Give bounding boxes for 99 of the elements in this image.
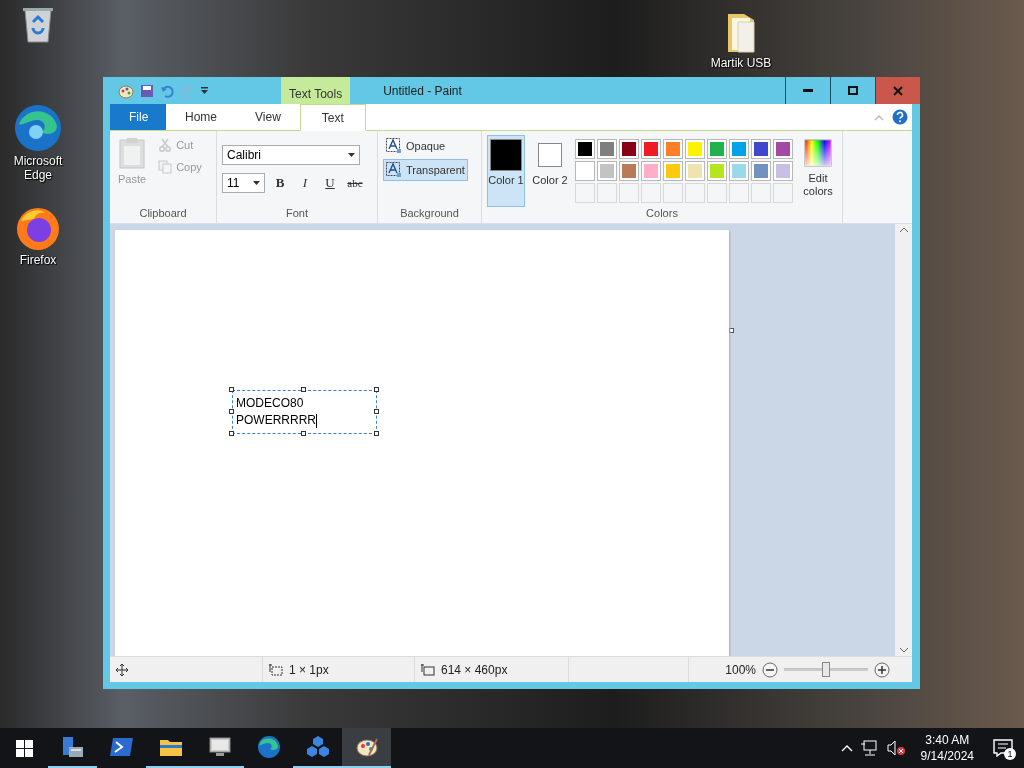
zoom-level-text: 100% — [725, 662, 756, 677]
maximize-icon — [848, 85, 858, 96]
canvas-text: MODECO80 — [236, 395, 305, 412]
firefox-icon[interactable] — [15, 205, 61, 251]
canvas-page[interactable]: MODECO80 POWERRRRR — [115, 230, 729, 656]
palette-swatch[interactable] — [729, 161, 749, 181]
group-label: Clipboard — [138, 207, 188, 221]
dropdown-arrow-icon — [348, 153, 355, 157]
clipboard-icon — [119, 137, 146, 169]
resize-handle[interactable] — [374, 387, 379, 392]
palette-swatch[interactable] — [751, 161, 771, 181]
palette-swatch[interactable] — [575, 161, 595, 181]
taskbar-app-button[interactable] — [342, 728, 391, 768]
rainbow-icon — [804, 139, 832, 167]
color-slot-button[interactable]: Color 2 — [531, 135, 569, 207]
palette-swatch[interactable] — [729, 139, 749, 159]
canvas-text: POWERRRRR — [236, 412, 318, 429]
monitor-icon — [207, 735, 232, 759]
dropdown-arrow-icon — [253, 181, 260, 185]
font-size-dropdown[interactable]: 11 — [222, 173, 265, 193]
font-family-dropdown[interactable]: Calibri — [222, 145, 360, 165]
edge-icon — [256, 735, 281, 759]
palette-swatch[interactable] — [641, 139, 661, 159]
close-icon — [893, 85, 903, 96]
window-title: Untitled - Paint — [383, 83, 463, 98]
palette-swatch[interactable] — [685, 161, 705, 181]
resize-handle[interactable] — [301, 431, 306, 436]
image-size-icon — [421, 663, 435, 676]
scroll-up-icon — [899, 227, 908, 232]
group-label: Colors — [645, 207, 679, 221]
icon-label[interactable]: Firefox — [19, 253, 57, 267]
context-tab-label: Text Tools — [281, 77, 351, 104]
group-label: Font — [285, 207, 309, 221]
edit-colors-button[interactable]: Edit colors — [799, 135, 837, 207]
zoom-out-icon[interactable] — [762, 661, 778, 678]
selection-size-text: 1 × 1px — [289, 662, 329, 677]
palette-swatch[interactable] — [751, 139, 771, 159]
notification-icon[interactable] — [993, 739, 1013, 757]
palette-swatch[interactable] — [773, 161, 793, 181]
palette-swatch[interactable] — [597, 139, 617, 159]
file-menu-button[interactable]: File — [110, 104, 166, 130]
network-icon[interactable] — [860, 740, 879, 756]
copy-icon — [158, 160, 173, 174]
resize-handle[interactable] — [301, 387, 306, 392]
edge-icon[interactable] — [14, 104, 62, 152]
palette-swatch[interactable] — [575, 139, 595, 159]
palette-swatch[interactable] — [685, 139, 705, 159]
ribbon-tab[interactable]: Text — [299, 104, 366, 131]
resize-handle[interactable] — [729, 328, 734, 333]
dropdown-icon[interactable] — [200, 86, 209, 95]
help-icon[interactable] — [892, 109, 908, 125]
zoom-slider-thumb[interactable] — [822, 662, 830, 677]
palette-swatch[interactable] — [641, 161, 661, 181]
color-slot-button[interactable]: Color 1 — [487, 135, 525, 207]
clock-time[interactable]: 3:40 AM — [925, 732, 970, 748]
zoom-in-icon[interactable] — [874, 661, 890, 678]
letter-a-dashed-box-icon — [386, 162, 402, 178]
resize-handle[interactable] — [229, 409, 234, 414]
scissors-icon — [158, 138, 173, 152]
palette-swatch[interactable] — [707, 139, 727, 159]
clock-date[interactable]: 9/14/2024 — [920, 748, 974, 764]
resize-handle[interactable] — [229, 387, 234, 392]
close-button[interactable] — [875, 77, 920, 104]
notification-count-badge: 1 — [1004, 748, 1016, 760]
palette-swatch[interactable] — [619, 161, 639, 181]
palette-swatch[interactable] — [663, 139, 683, 159]
scroll-down-icon — [899, 648, 908, 653]
palette-swatch[interactable] — [707, 161, 727, 181]
background-option[interactable]: Transparent — [383, 159, 468, 181]
resize-handle[interactable] — [374, 409, 379, 414]
minimize-icon — [803, 89, 813, 92]
resize-handle[interactable] — [374, 431, 379, 436]
palette-swatch[interactable] — [663, 161, 683, 181]
background-option[interactable]: Opaque — [383, 135, 468, 157]
palette-swatch[interactable] — [619, 139, 639, 159]
palette-swatch[interactable] — [597, 161, 617, 181]
palette-icon[interactable] — [118, 82, 134, 99]
letter-a-box-icon — [386, 138, 402, 154]
text-caret — [316, 413, 317, 428]
group-label: Background — [399, 207, 460, 221]
selection-size-icon — [269, 663, 283, 676]
speaker-muted-icon[interactable] — [886, 740, 905, 756]
windows-logo-icon[interactable] — [15, 739, 33, 757]
italic-button[interactable]: I — [295, 173, 315, 193]
vertical-scrollbar[interactable] — [895, 224, 912, 656]
terminal-icon — [109, 735, 134, 759]
icon-label[interactable]: Microsoft Edge — [0, 154, 76, 182]
palette-swatch[interactable] — [773, 139, 793, 159]
strikethrough-button[interactable]: abc — [345, 173, 365, 193]
cubes-icon — [305, 735, 330, 759]
save-icon[interactable] — [140, 83, 154, 98]
chevron-up-icon[interactable] — [840, 744, 853, 752]
move-cursor-icon — [116, 663, 128, 676]
server-icon — [60, 735, 85, 759]
icon-label[interactable]: Martik USB — [710, 56, 772, 70]
image-size-text: 614 × 460px — [441, 662, 508, 677]
resize-handle[interactable] — [229, 431, 234, 436]
bold-button[interactable]: B — [270, 173, 290, 193]
underline-button[interactable]: U — [320, 173, 340, 193]
